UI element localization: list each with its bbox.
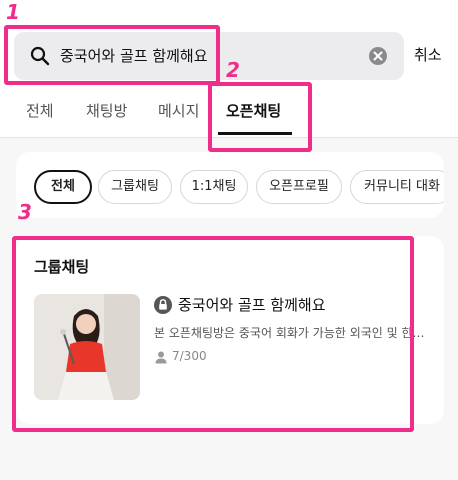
tab-openchat[interactable]: 오픈채팅 xyxy=(226,100,281,121)
person-icon xyxy=(155,351,167,364)
active-tab-indicator xyxy=(218,132,292,135)
search-input[interactable]: 중국어와 골프 함께해요 xyxy=(14,32,404,80)
group-chat-results: 그룹채팅 중국어와 골프 함께해요 본 오픈채팅방은 중국어 회화가 가능한 외… xyxy=(16,236,444,424)
search-query: 중국어와 골프 함께해요 xyxy=(60,47,208,65)
filter-chip-bar: 전체 그룹채팅 1:1채팅 오픈프로필 커뮤니티 대화 xyxy=(16,152,444,218)
annotation-label-2: 2 xyxy=(226,58,240,82)
room-description: 본 오픈채팅방은 중국어 회화가 가능한 외국인 및 한… xyxy=(154,326,425,340)
filter-chip-all[interactable]: 전체 xyxy=(34,170,92,204)
room-title: 중국어와 골프 함께해요 xyxy=(178,296,326,314)
tabs-divider xyxy=(0,137,458,138)
annotation-label-1: 1 xyxy=(6,0,20,24)
search-icon xyxy=(30,46,50,66)
filter-chip-one-to-one[interactable]: 1:1채팅 xyxy=(180,170,248,204)
annotation-label-3: 3 xyxy=(18,200,32,224)
filter-chip-community[interactable]: 커뮤니티 대화 xyxy=(350,170,444,204)
section-title: 그룹채팅 xyxy=(34,258,90,276)
result-tabs: 전체 채팅방 메시지 오픈채팅 xyxy=(0,94,458,136)
room-thumbnail xyxy=(34,294,140,400)
cancel-button[interactable]: 취소 xyxy=(414,44,442,65)
member-count: 7/300 xyxy=(172,349,207,363)
tab-chatrooms[interactable]: 채팅방 xyxy=(86,100,127,121)
room-thumbnail-image xyxy=(34,294,140,400)
filter-chip-group[interactable]: 그룹채팅 xyxy=(98,170,172,204)
clear-icon[interactable] xyxy=(368,46,388,66)
tab-all[interactable]: 전체 xyxy=(26,100,54,121)
tab-messages[interactable]: 메시지 xyxy=(158,100,199,121)
filter-chip-open-profile[interactable]: 오픈프로필 xyxy=(256,170,342,204)
lock-icon xyxy=(154,296,172,314)
